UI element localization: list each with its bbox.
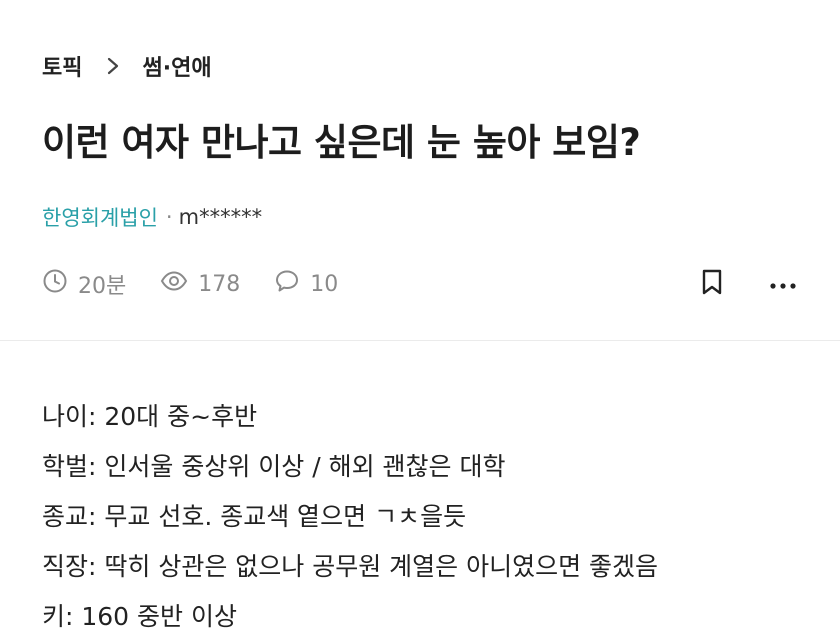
breadcrumb: 토픽 썸·연애	[42, 50, 212, 82]
body-line: 나이: 20대 중~후반	[42, 402, 258, 431]
post-body: 나이: 20대 중~후반 학벌: 인서울 중상위 이상 / 해외 괜찮은 대학 …	[42, 392, 822, 642]
author-line: 한영회계법인 · m******	[42, 202, 262, 232]
comments-value: 10	[310, 271, 339, 297]
time-stat: 20분	[42, 268, 126, 300]
author-name: m******	[178, 205, 263, 229]
post-actions	[700, 268, 796, 300]
body-line: 학벌: 인서울 중상위 이상 / 해외 괜찮은 대학	[42, 452, 506, 481]
more-dots-icon[interactable]	[770, 275, 796, 294]
bookmark-icon[interactable]	[700, 268, 724, 300]
views-stat: 178	[160, 268, 240, 300]
post-stats: 20분 178 10	[42, 268, 372, 300]
comments-stat[interactable]: 10	[274, 268, 338, 300]
body-line: 종교: 무교 선호. 종교색 옅으면 ㄱㅊ을듯	[42, 502, 467, 531]
eye-icon	[160, 268, 198, 300]
clock-icon	[42, 268, 78, 300]
body-line: 직장: 딱히 상관은 없으나 공무원 계열은 아니였으면 좋겠음	[42, 552, 659, 581]
post-title: 이런 여자 만나고 싶은데 눈 높아 보임?	[42, 121, 641, 164]
breadcrumb-current[interactable]: 썸·연애	[142, 50, 211, 82]
author-separator: ·	[165, 205, 173, 229]
chevron-right-icon	[106, 56, 120, 76]
time-value: 20분	[78, 274, 127, 299]
speech-bubble-icon	[274, 268, 310, 300]
views-value: 178	[198, 271, 241, 297]
section-divider	[0, 340, 840, 341]
author-company[interactable]: 한영회계법인	[42, 202, 158, 232]
breadcrumb-parent[interactable]: 토픽	[42, 50, 82, 82]
